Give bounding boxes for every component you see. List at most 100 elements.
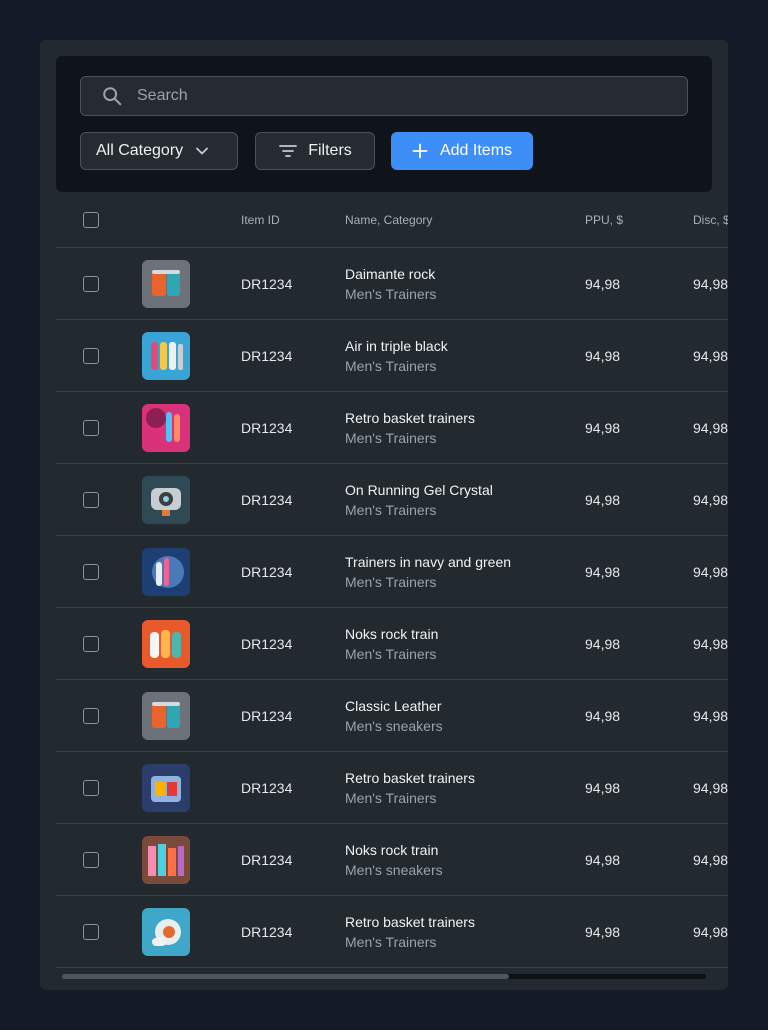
item-id: DR1234 <box>241 780 293 796</box>
item-name[interactable]: Retro basket trainers <box>345 410 475 426</box>
plus-icon <box>412 143 428 159</box>
item-ppu: 94,98 <box>585 708 621 724</box>
item-category: Men's Trainers <box>345 502 437 518</box>
table-row[interactable]: DR1234 Trainers in navy and green Men's Tr… <box>56 536 728 608</box>
table-row[interactable]: DR1234 Retro basket trainers Men's Trainer… <box>56 392 728 464</box>
row-checkbox[interactable] <box>83 564 99 580</box>
item-ppu: 94,98 <box>585 924 621 940</box>
item-id: DR1234 <box>241 276 293 292</box>
column-header-disc[interactable]: Disc, $ <box>693 213 728 227</box>
add-items-button[interactable]: Add Items <box>391 132 533 170</box>
item-disc: 94,98 <box>693 276 728 292</box>
item-disc: 94,98 <box>693 708 728 724</box>
row-checkbox[interactable] <box>83 420 99 436</box>
search-box[interactable] <box>80 76 688 116</box>
item-ppu: 94,98 <box>585 564 621 580</box>
item-ppu: 94,98 <box>585 852 621 868</box>
table-row[interactable]: DR1234 Retro basket trainers Men's Trainer… <box>56 752 728 824</box>
table-row[interactable]: DR1234 On Running Gel Crystal Men's Traine… <box>56 464 728 536</box>
item-category: Men's Trainers <box>345 358 437 374</box>
row-checkbox[interactable] <box>83 924 99 940</box>
item-disc: 94,98 <box>693 636 728 652</box>
table-header: Item ID Name, Category PPU, $ Disc, $ <box>56 200 728 248</box>
row-checkbox[interactable] <box>83 708 99 724</box>
product-thumbnail <box>142 476 190 524</box>
product-thumbnail <box>142 620 190 668</box>
item-category: Men's Trainers <box>345 286 437 302</box>
toolbar: All Category Filters Add Items <box>56 56 712 192</box>
filters-label: Filters <box>308 142 352 159</box>
item-disc: 94,98 <box>693 924 728 940</box>
item-id: DR1234 <box>241 924 293 940</box>
search-icon <box>103 87 122 106</box>
row-checkbox[interactable] <box>83 636 99 652</box>
add-items-label: Add Items <box>439 142 513 159</box>
item-disc: 94,98 <box>693 564 728 580</box>
chevron-down-icon <box>196 147 209 155</box>
product-thumbnail <box>142 764 190 812</box>
row-checkbox[interactable] <box>83 348 99 364</box>
item-id: DR1234 <box>241 348 293 364</box>
category-dropdown[interactable]: All Category <box>80 132 238 170</box>
product-thumbnail <box>142 836 190 884</box>
item-ppu: 94,98 <box>585 492 621 508</box>
product-thumbnail <box>142 260 190 308</box>
filters-button[interactable]: Filters <box>255 132 375 170</box>
item-disc: 94,98 <box>693 780 728 796</box>
column-header-ppu[interactable]: PPU, $ <box>585 213 623 227</box>
item-name[interactable]: Air in triple black <box>345 338 448 354</box>
column-header-item-id[interactable]: Item ID <box>241 213 280 227</box>
item-disc: 94,98 <box>693 492 728 508</box>
table-row[interactable]: DR1234 Noks rock train Men's Trainers 94,98… <box>56 608 728 680</box>
item-ppu: 94,98 <box>585 780 621 796</box>
item-category: Men's Trainers <box>345 574 437 590</box>
item-category: Men's Trainers <box>345 934 437 950</box>
category-label: All Category <box>96 142 184 159</box>
item-disc: 94,98 <box>693 348 728 364</box>
column-header-name-category[interactable]: Name, Category <box>345 213 432 227</box>
search-input[interactable] <box>135 86 687 106</box>
item-ppu: 94,98 <box>585 636 621 652</box>
item-ppu: 94,98 <box>585 348 621 364</box>
table-row[interactable]: DR1234 Noks rock train Men's sneakers 94,98… <box>56 824 728 896</box>
item-disc: 94,98 <box>693 852 728 868</box>
item-category: Men's Trainers <box>345 790 437 806</box>
item-id: DR1234 <box>241 708 293 724</box>
item-name[interactable]: On Running Gel Crystal <box>345 482 493 498</box>
row-checkbox[interactable] <box>83 852 99 868</box>
item-ppu: 94,98 <box>585 276 621 292</box>
item-id: DR1234 <box>241 420 293 436</box>
row-checkbox[interactable] <box>83 492 99 508</box>
product-thumbnail <box>142 908 190 956</box>
product-thumbnail <box>142 404 190 452</box>
item-id: DR1234 <box>241 564 293 580</box>
item-category: Men's sneakers <box>345 718 443 734</box>
table-row[interactable]: DR1234 Air in triple black Men's Trainers 9… <box>56 320 728 392</box>
item-id: DR1234 <box>241 636 293 652</box>
row-checkbox[interactable] <box>83 276 99 292</box>
scrollbar-thumb[interactable] <box>62 974 509 979</box>
row-checkbox[interactable] <box>83 780 99 796</box>
item-name[interactable]: Daimante rock <box>345 266 435 282</box>
item-name[interactable]: Noks rock train <box>345 842 438 858</box>
item-disc: 94,98 <box>693 420 728 436</box>
item-category: Men's Trainers <box>345 646 437 662</box>
item-ppu: 94,98 <box>585 420 621 436</box>
item-name[interactable]: Retro basket trainers <box>345 914 475 930</box>
item-name[interactable]: Classic Leather <box>345 698 442 714</box>
table-row[interactable]: DR1234 Classic Leather Men's sneakers 94,98… <box>56 680 728 752</box>
product-thumbnail <box>142 332 190 380</box>
table-row[interactable]: DR1234 Daimante rock Men's Trainers 94,98 94… <box>56 248 728 320</box>
item-name[interactable]: Retro basket trainers <box>345 770 475 786</box>
item-name[interactable]: Trainers in navy and green <box>345 554 511 570</box>
item-name[interactable]: Noks rock train <box>345 626 438 642</box>
horizontal-scrollbar[interactable] <box>62 974 706 979</box>
item-id: DR1234 <box>241 852 293 868</box>
item-category: Men's sneakers <box>345 862 443 878</box>
select-all-checkbox[interactable] <box>83 212 99 228</box>
item-category: Men's Trainers <box>345 430 437 446</box>
product-thumbnail <box>142 692 190 740</box>
item-id: DR1234 <box>241 492 293 508</box>
table-row[interactable]: DR1234 Retro basket trainers Men's Trainer… <box>56 896 728 968</box>
items-panel: All Category Filters Add Items Item ID N… <box>40 40 728 990</box>
